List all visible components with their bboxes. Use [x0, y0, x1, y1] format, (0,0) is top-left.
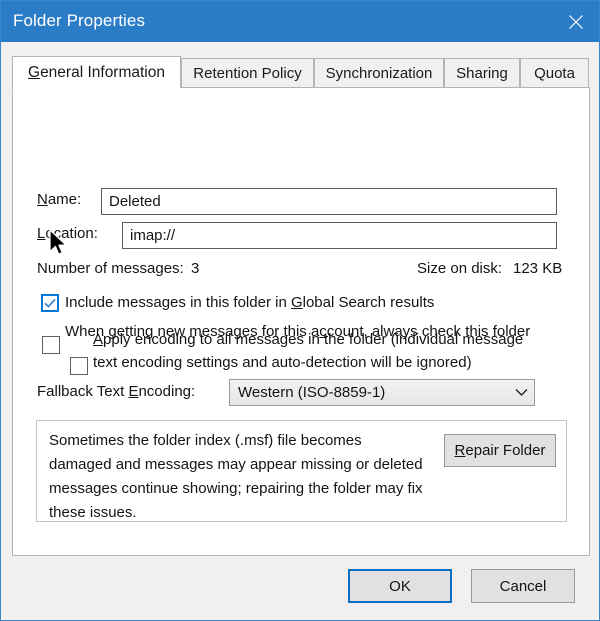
apply-encoding-checkbox[interactable]: [70, 357, 88, 375]
check-new-messages-checkbox[interactable]: [42, 336, 60, 354]
folder-properties-dialog: Folder Properties General Information Re…: [0, 0, 600, 621]
tab-label: Synchronization: [325, 64, 433, 82]
ae-accesskey: A: [93, 331, 104, 348]
tab-label: Retention Policy: [193, 64, 302, 82]
tab-sharing[interactable]: Sharing: [444, 58, 520, 88]
repair-folder-group: Sometimes the folder index (.msf) file b…: [36, 420, 567, 522]
ok-label: OK: [389, 577, 411, 595]
location-input[interactable]: [122, 222, 557, 249]
tab-retention-policy[interactable]: Retention Policy: [181, 58, 314, 88]
general-information-panel: Name: Location: Number of messages: 3 Si…: [12, 87, 590, 556]
gs-text-before: Include messages in this folder in: [65, 294, 291, 311]
messages-count-value: 3: [191, 260, 200, 277]
global-search-checkbox[interactable]: [41, 294, 59, 312]
repair-description: Sometimes the folder index (.msf) file b…: [49, 432, 423, 521]
gs-accesskey: G: [290, 294, 303, 311]
global-search-label: Include messages in this folder in Globa…: [65, 291, 545, 314]
enc-text-after: ncoding:: [138, 383, 196, 400]
enc-accesskey: E: [128, 383, 139, 400]
tab-label: Sharing: [456, 64, 508, 82]
apply-encoding-label: Apply encoding to all messages in the fo…: [93, 328, 545, 374]
close-glyph: [569, 14, 583, 29]
tab-accesskey-g: G: [28, 63, 41, 81]
name-input[interactable]: [101, 188, 557, 215]
ae-text-after: pply encoding to all messages in the fol…: [93, 331, 524, 371]
fallback-encoding-select[interactable]: Western (ISO-8859-1): [229, 379, 535, 406]
repair-folder-button[interactable]: Repair Folder: [444, 434, 556, 467]
size-on-disk-label: Size on disk:: [417, 260, 503, 277]
messages-count-label: Number of messages:: [37, 260, 184, 277]
cancel-button[interactable]: Cancel: [471, 569, 575, 603]
tab-synchronization[interactable]: Synchronization: [314, 58, 444, 88]
enc-text-before: Fallback Text: [37, 383, 129, 400]
tab-strip: General Information Retention Policy Syn…: [12, 56, 590, 89]
title-bar: Folder Properties: [1, 1, 599, 42]
chevron-down-icon: [508, 388, 534, 397]
tab-label-rest: eneral Information: [40, 63, 165, 81]
tab-quota[interactable]: Quota: [520, 58, 589, 88]
encoding-label: Fallback Text Encoding:: [37, 383, 195, 400]
close-icon[interactable]: [553, 1, 599, 42]
checkmark-icon: [44, 298, 56, 308]
location-label: Location:: [37, 225, 98, 242]
tab-label: Quota: [534, 64, 575, 82]
repair-accesskey: R: [454, 442, 466, 459]
window-title: Folder Properties: [13, 11, 146, 30]
size-on-disk-value: 123 KB: [513, 260, 563, 277]
name-label: Name:: [37, 191, 82, 208]
ok-button[interactable]: OK: [348, 569, 452, 603]
cancel-label: Cancel: [499, 577, 547, 595]
gs-text-after: lobal Search results: [302, 294, 435, 311]
repair-label-rest: epair Folder: [465, 442, 546, 459]
tab-general-information[interactable]: General Information: [12, 56, 181, 89]
encoding-selected-value: Western (ISO-8859-1): [238, 384, 386, 401]
